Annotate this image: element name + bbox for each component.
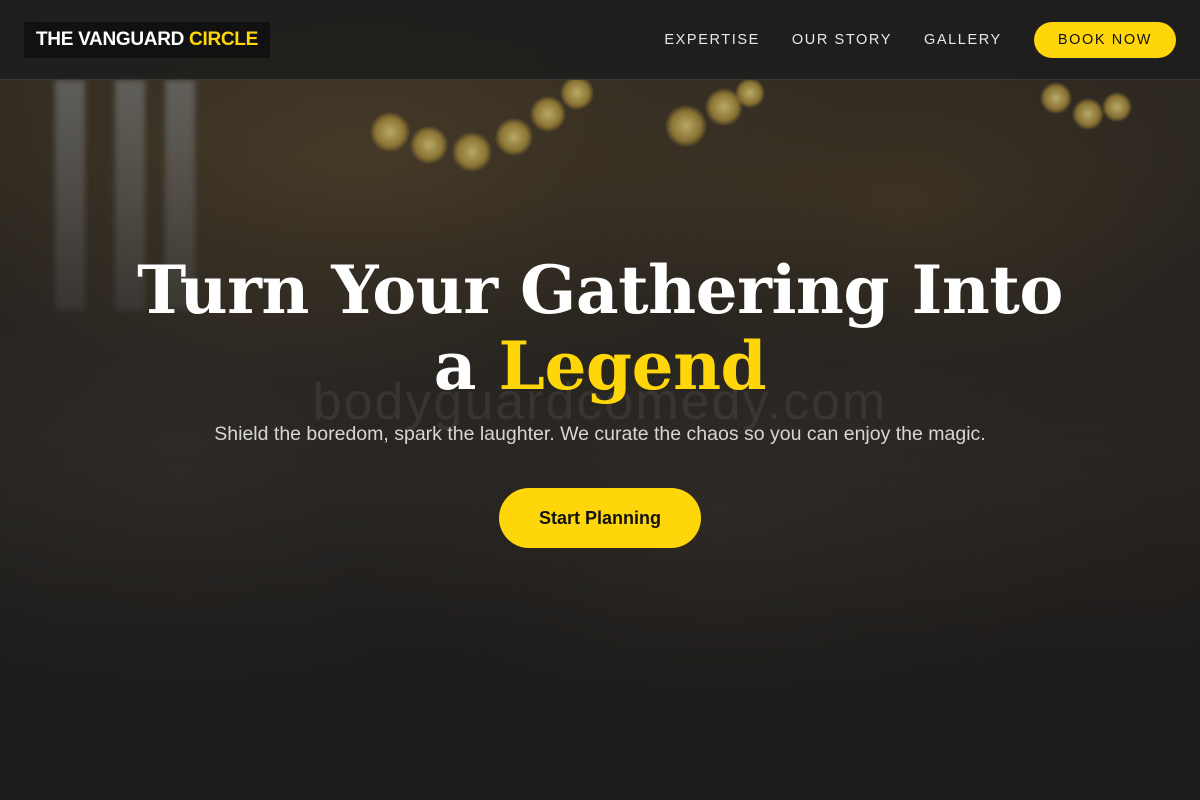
headline-line1: Turn Your Gathering Into	[137, 251, 1063, 329]
nav-link-gallery[interactable]: GALLERY	[924, 32, 1002, 48]
site-header: THE VANGUARD CIRCLE EXPERTISE OUR STORY …	[0, 0, 1200, 80]
headline-line2-prefix: a	[433, 327, 477, 405]
hero-subtitle: Shield the boredom, spark the laughter. …	[214, 423, 986, 445]
hero-section: bodyguardcomedy.com Turn Your Gathering …	[0, 0, 1200, 800]
logo-text-accent: CIRCLE	[189, 28, 258, 50]
main-nav: EXPERTISE OUR STORY GALLERY BOOK NOW	[632, 21, 1176, 58]
headline-accent-word: Legend	[498, 327, 767, 405]
hero-headline: Turn Your Gathering Into a Legend	[0, 252, 1200, 404]
nav-link-expertise[interactable]: EXPERTISE	[664, 32, 760, 48]
nav-link-our-story[interactable]: OUR STORY	[792, 32, 892, 48]
book-now-button[interactable]: BOOK NOW	[1033, 21, 1176, 58]
start-planning-button[interactable]: Start Planning	[499, 488, 701, 548]
logo-text-main: THE VANGUARD	[36, 28, 185, 50]
site-logo[interactable]: THE VANGUARD CIRCLE	[24, 21, 270, 58]
